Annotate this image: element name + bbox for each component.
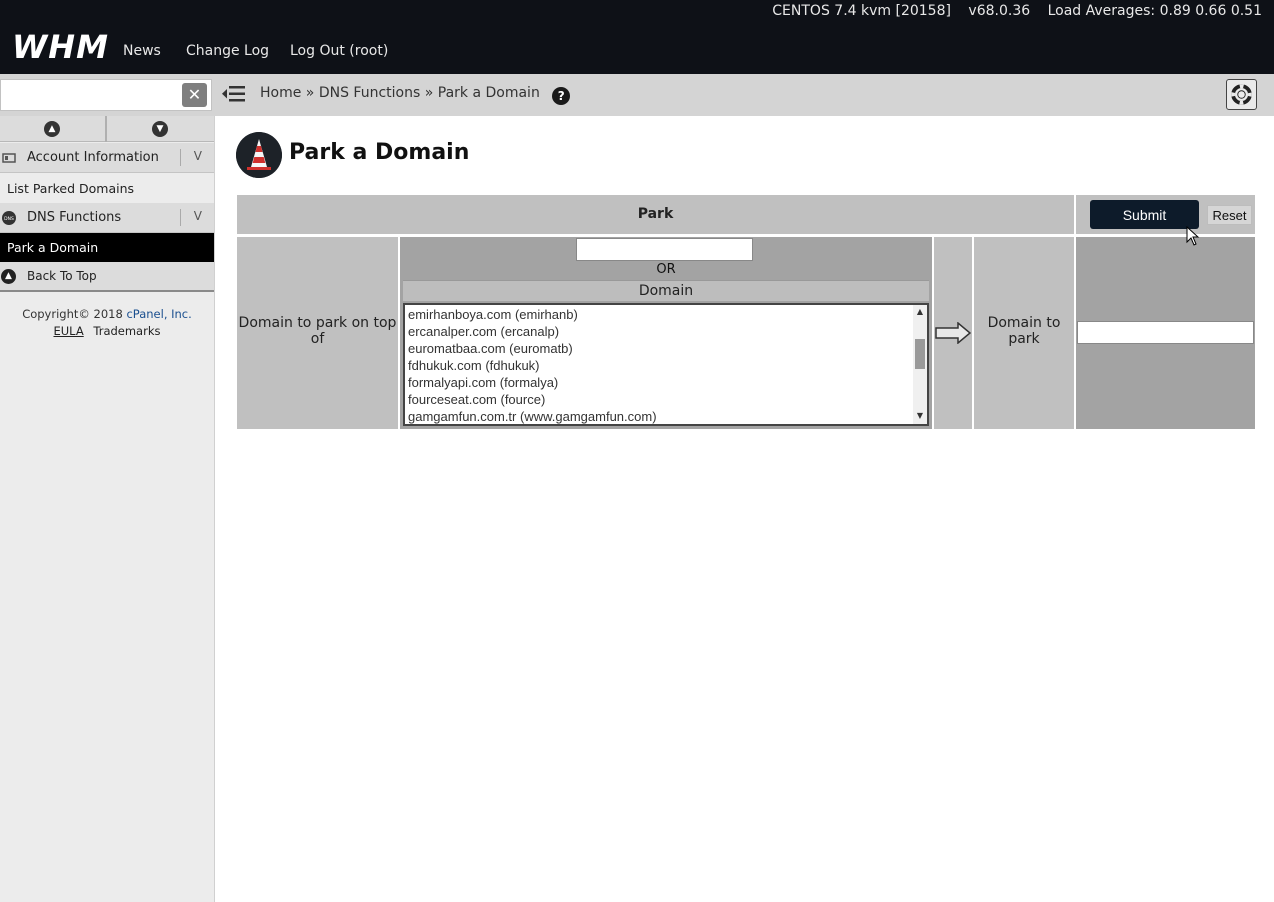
clear-search-icon[interactable]: ✕ [182, 83, 207, 107]
load-averages: Load Averages: 0.89 0.66 0.51 [1047, 3, 1262, 19]
page-title: Park a Domain [289, 140, 470, 165]
breadcrumb-dns-functions[interactable]: DNS Functions [319, 85, 420, 101]
arrow-right-icon [935, 322, 971, 344]
domain-option[interactable]: fdhukuk.com (fdhukuk) [408, 358, 540, 373]
or-label: OR [656, 262, 676, 277]
sidebar-item-park-a-domain[interactable]: Park a Domain [0, 233, 214, 262]
nav-change-log[interactable]: Change Log [186, 43, 269, 59]
copyright-text: Copyright© 2018 [22, 307, 123, 321]
nav-news[interactable]: News [123, 43, 161, 59]
dns-icon: DNS [2, 211, 16, 225]
account-information-icon [2, 153, 16, 163]
domain-option[interactable]: ercanalper.com (ercanalp) [408, 324, 559, 339]
sidebar-footer: Copyright© 2018 cPanel, Inc. EULA Tradem… [0, 294, 214, 341]
domain-option[interactable]: gamgamfun.com.tr (www.gamgamfun.com) [408, 409, 657, 424]
nav-log-out[interactable]: Log Out (root) [290, 43, 388, 59]
label-domain-to-park-on-top-of: Domain to park on top of [237, 237, 398, 429]
sidebar-item-list-parked-domains[interactable]: List Parked Domains [0, 174, 214, 203]
domain-option[interactable]: fourceseat.com (fource) [408, 392, 545, 407]
form-header: Park [237, 195, 1074, 234]
mouse-cursor-icon [1186, 226, 1200, 246]
domain-list-header: Domain [403, 280, 929, 301]
park-domain-form: Park Submit Reset Domain to park on top … [237, 195, 1255, 429]
trademarks-link[interactable]: Trademarks [93, 324, 160, 338]
submit-button[interactable]: Submit [1090, 200, 1199, 229]
form-buttons: Submit Reset [1076, 195, 1255, 234]
chevron-down-icon[interactable]: V [194, 149, 202, 163]
sidebar-divider [105, 116, 107, 142]
label-domain-to-park: Domain to park [974, 237, 1074, 429]
domain-option[interactable]: euromatbaa.com (euromatb) [408, 341, 573, 356]
breadcrumb-home[interactable]: Home [260, 85, 301, 101]
arrow-cell [934, 237, 972, 429]
sidebar-category-dns-functions[interactable]: DNS DNS Functions V [0, 203, 214, 233]
scrollbar-thumb[interactable] [915, 339, 925, 369]
sidebar-empty [0, 341, 214, 902]
domain-select-list[interactable]: emirhanboya.com (emirhanb) ercanalper.co… [403, 303, 929, 426]
breadcrumb-separator: » [305, 85, 315, 101]
top-bar: WHM News Change Log Log Out (root) CENTO… [0, 0, 1274, 74]
domain-selection-cell: OR Domain emirhanboya.com (emirhanb) erc… [400, 237, 932, 429]
svg-text:DNS: DNS [4, 216, 14, 222]
sidebar-category-account-information[interactable]: Account Information V [0, 143, 214, 173]
domain-option[interactable]: formalyapi.com (formalya) [408, 375, 558, 390]
support-lifebuoy-icon[interactable] [1226, 79, 1257, 110]
back-to-top-button[interactable]: ▲ Back To Top [0, 262, 214, 292]
eula-link[interactable]: EULA [53, 324, 83, 338]
breadcrumb-separator: » [424, 85, 434, 101]
sidebar-category-label: Account Information [27, 150, 159, 165]
chevron-down-icon[interactable]: V [194, 209, 202, 223]
traffic-cone-icon [236, 132, 282, 178]
menu-toggle-icon[interactable] [222, 84, 246, 104]
whm-logo[interactable]: WHM [12, 28, 109, 66]
collapse-up-icon[interactable]: ▲ [44, 121, 60, 137]
help-icon[interactable]: ? [552, 87, 571, 105]
chevron-separator [180, 209, 181, 226]
cpanel-link[interactable]: cPanel, Inc. [126, 307, 191, 321]
arrow-up-icon: ▲ [1, 269, 16, 284]
top-domain-input[interactable] [576, 238, 753, 261]
scroll-up-icon[interactable]: ▲ [913, 307, 927, 316]
sidebar-category-label: DNS Functions [27, 210, 122, 225]
breadcrumb: Home » DNS Functions » Park a Domain ? [260, 85, 571, 105]
os-info: CENTOS 7.4 kvm [20158] [772, 3, 951, 19]
version-info: v68.0.36 [968, 3, 1031, 19]
search-input[interactable] [0, 79, 212, 111]
back-to-top-label: Back To Top [27, 269, 97, 283]
sidebar-arrows: ▲ ▼ [0, 116, 214, 142]
park-domain-input-cell [1076, 237, 1255, 429]
chevron-separator [180, 149, 181, 166]
breadcrumb-current: Park a Domain [437, 85, 540, 101]
list-scrollbar[interactable]: ▲ ▼ [913, 305, 927, 424]
reset-button[interactable]: Reset [1207, 205, 1252, 225]
park-domain-input[interactable] [1077, 321, 1254, 344]
scroll-down-icon[interactable]: ▼ [913, 411, 927, 420]
domain-option[interactable]: emirhanboya.com (emirhanb) [408, 307, 578, 322]
system-info: CENTOS 7.4 kvm [20158] v68.0.36 Load Ave… [759, 3, 1262, 19]
expand-down-icon[interactable]: ▼ [152, 121, 168, 137]
